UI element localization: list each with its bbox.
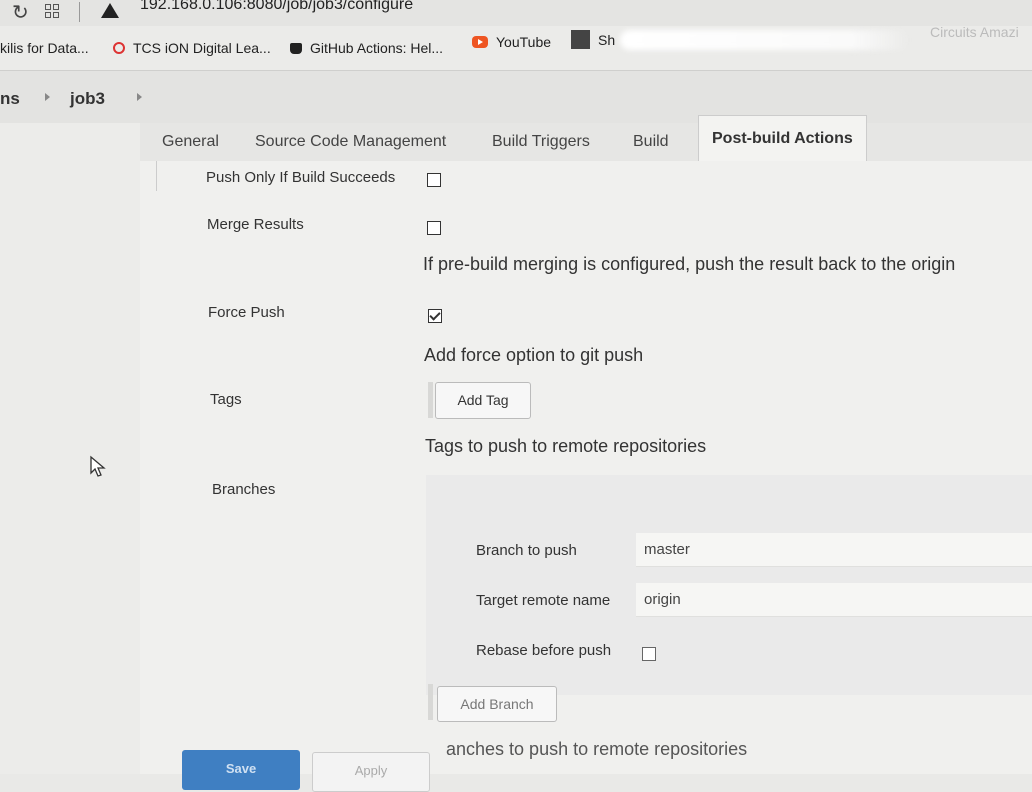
branch-to-push-label: Branch to push [476, 542, 577, 559]
target-remote-input[interactable]: origin [636, 583, 1032, 617]
branches-help: anches to push to remote repositories [446, 739, 748, 759]
config-form: Push Only If Build Succeeds Merge Result… [140, 161, 1032, 774]
bookmark-label: YouTube [496, 34, 552, 50]
branch-entry: Branch to push master Target remote name… [426, 475, 1032, 695]
mouse-cursor-icon [90, 455, 106, 477]
bookmark-label: Sh [598, 31, 616, 48]
bookmark-square-icon [571, 30, 590, 49]
bookmark-item[interactable]: TCS iON Digital Lea... [113, 40, 271, 56]
save-button[interactable]: Save [182, 750, 300, 790]
breadcrumb-chevron-icon[interactable] [45, 93, 50, 101]
bookmark-label: kilis for Data... [0, 40, 89, 56]
address-bar-row: ↻ 192.168.0.106:8080/job/job3/configure [0, 0, 1032, 26]
bookmark-item[interactable]: YouTube [472, 34, 551, 50]
reload-icon[interactable]: ↻ [12, 0, 29, 25]
obscured-region [620, 30, 910, 50]
merge-results-help: If pre-build merging is configured, push… [423, 254, 956, 274]
drag-handle[interactable] [428, 382, 433, 418]
force-push-label: Force Push [208, 304, 285, 321]
tab-post-build-actions[interactable]: Post-build Actions [698, 115, 867, 162]
breadcrumb-item[interactable]: ns [0, 89, 20, 109]
tcs-power-icon [113, 42, 125, 54]
breadcrumb-chevron-icon[interactable] [137, 93, 142, 101]
force-push-checkbox[interactable] [428, 309, 442, 323]
bookmark-label: TCS iON Digital Lea... [133, 40, 271, 56]
bookmarks-bar: kilis for Data... TCS iON Digital Lea...… [0, 24, 1032, 71]
branches-label: Branches [212, 481, 276, 498]
target-remote-label: Target remote name [476, 592, 611, 609]
add-tag-button[interactable]: Add Tag [435, 382, 531, 419]
tab-build[interactable]: Build [633, 133, 669, 151]
bookmark-item[interactable]: Circuits Amazi [930, 24, 1019, 40]
tab-build-triggers[interactable]: Build Triggers [492, 133, 590, 151]
tags-help: Tags to push to remote repositories [425, 436, 707, 456]
toolbar-divider [79, 2, 80, 22]
push-only-checkbox[interactable] [427, 173, 441, 187]
push-only-label: Push Only If Build Succeeds [206, 169, 396, 186]
url-text[interactable]: 192.168.0.106:8080/job/job3/configure [140, 0, 413, 14]
tab-source-code-management[interactable]: Source Code Management [255, 133, 446, 151]
not-secure-warning-icon[interactable] [101, 3, 119, 18]
apply-button[interactable]: Apply [312, 752, 430, 792]
rebase-checkbox[interactable] [642, 647, 656, 661]
bookmark-item[interactable]: GitHub Actions: Hel... [290, 40, 443, 56]
section-rule [156, 161, 157, 191]
force-push-help: Add force option to git push [424, 345, 644, 365]
bookmark-label: GitHub Actions: Hel... [310, 40, 444, 56]
youtube-icon [472, 36, 488, 48]
tags-label: Tags [210, 391, 242, 408]
bookmark-item[interactable]: Sh [571, 30, 615, 49]
config-tab-bar: General Source Code Management Build Tri… [140, 115, 1032, 162]
side-panel [0, 123, 140, 774]
bookmark-item[interactable]: kilis for Data... [0, 40, 89, 56]
github-icon [290, 42, 302, 54]
add-branch-button[interactable]: Add Branch [437, 686, 557, 722]
bookmark-label: Circuits Amazi [930, 24, 1019, 40]
apps-grid-icon[interactable] [45, 4, 61, 20]
tab-general[interactable]: General [162, 133, 219, 151]
drag-handle[interactable] [428, 684, 433, 720]
breadcrumb-item-job[interactable]: job3 [70, 89, 105, 109]
merge-results-label: Merge Results [207, 216, 304, 233]
branch-to-push-input[interactable]: master [636, 533, 1032, 567]
merge-results-checkbox[interactable] [427, 221, 441, 235]
breadcrumb: ns job3 [0, 71, 1032, 123]
rebase-label: Rebase before push [476, 642, 612, 659]
